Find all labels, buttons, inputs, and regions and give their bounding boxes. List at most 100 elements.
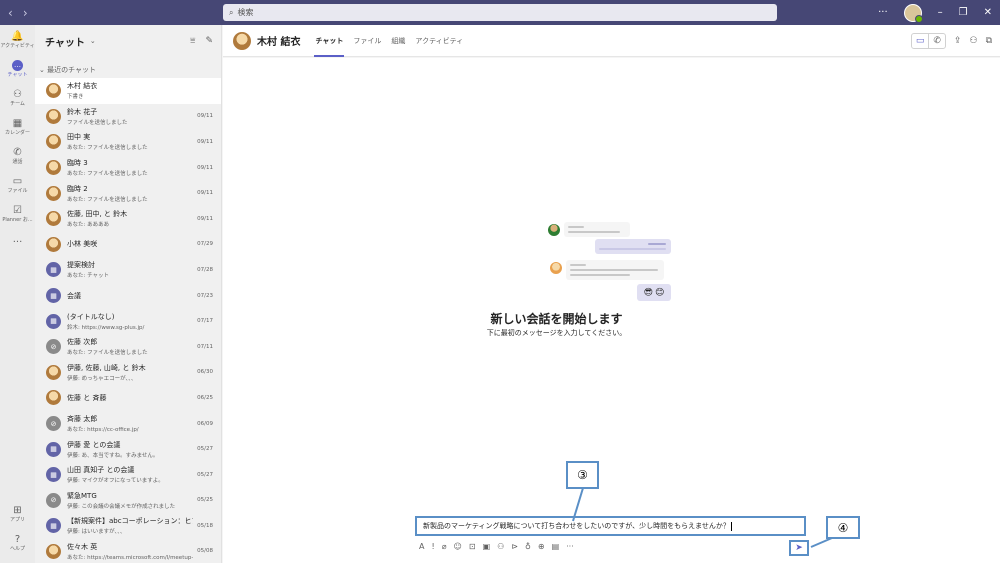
gif-icon[interactable]: ⊡	[469, 542, 476, 551]
illustration-line	[568, 226, 584, 228]
empty-state-subtitle: 下に最初のメッセージを入力してください。	[486, 329, 627, 337]
rail-bottom-item-0[interactable]: ⊞ アプリ	[0, 499, 35, 528]
tab-0[interactable]: チャット	[310, 25, 348, 57]
compose-message-input[interactable]: 新製品のマーケティング戦略について打ち合わせをしたいのですが、少し時間をもらえま…	[415, 516, 806, 536]
chat-list-item[interactable]: 伊藤, 佐藤, 山崎, と 鈴木 伊藤: めっちゃエコーが、、、 06/30	[35, 360, 221, 386]
filter-icon[interactable]: ⩸	[190, 36, 195, 46]
recent-chats-section[interactable]: ⌄ 最近のチャット	[35, 57, 221, 78]
rail-item-label: 通話	[12, 158, 23, 165]
add-people-icon[interactable]: ⚇	[969, 36, 977, 46]
audio-call-icon[interactable]: ✆	[929, 34, 945, 48]
chat-list-item[interactable]: 木村 結衣 下書き	[35, 78, 221, 104]
tab-3[interactable]: アクティビティ	[410, 25, 468, 57]
important-icon[interactable]: !	[431, 542, 434, 551]
rail-more-button[interactable]: ···	[0, 228, 35, 257]
smile-emoji-icon: 😊	[655, 287, 665, 298]
chat-date: 09/11	[197, 138, 213, 145]
sunglasses-emoji-icon: 😎	[643, 287, 653, 298]
chat-name: 【新規案件】abcコーポレーション：ヒアリン...	[67, 517, 193, 526]
rail-item-3[interactable]: ▦ カレンダー	[0, 112, 35, 141]
format-icon[interactable]: A	[419, 542, 424, 551]
contact-name: 木村 結衣	[257, 37, 301, 48]
tab-2[interactable]: 組織	[386, 25, 410, 57]
chat-text: 佐藤 次郎 あなた: ファイルを送信しました	[67, 337, 193, 356]
chat-list-item[interactable]: ⊘ 佐藤 次郎 あなた: ファイルを送信しました 07/11	[35, 334, 221, 360]
new-chat-icon[interactable]: ✎	[205, 36, 213, 46]
rail-item-5[interactable]: ▭ ファイル	[0, 170, 35, 199]
attach-icon[interactable]: ⌀	[442, 542, 447, 551]
bell-icon: 🔔	[11, 30, 24, 42]
emoji-icon[interactable]: ☺	[454, 542, 462, 551]
call-buttons: ▭ ✆	[910, 32, 946, 49]
meet-now-icon[interactable]: ⚇	[497, 542, 504, 551]
chat-name: 斉藤 太郎	[67, 415, 98, 424]
chat-list-title[interactable]: チャット	[45, 34, 85, 49]
chat-text: 佐藤 と 斉藤	[67, 393, 193, 403]
chat-list-item[interactable]: 臨時 3 あなた: ファイルを送信しました 09/11	[35, 155, 221, 181]
chat-list-item[interactable]: 鈴木 花子 ファイルを送信しました 09/11	[35, 104, 221, 130]
sticker-icon[interactable]: ▣	[483, 542, 491, 551]
chat-date: 05/18	[197, 522, 213, 529]
chat-name: 木村 結衣	[67, 82, 98, 91]
share-screen-icon[interactable]: ⇪	[954, 36, 962, 46]
chevron-down-icon: ⌄	[39, 66, 45, 74]
rail-item-2[interactable]: ⚇ チーム	[0, 83, 35, 112]
send-later-icon[interactable]: ⊳	[511, 542, 518, 551]
chat-text: 佐々木 英あなた: https://teams.microsoft.com/l/…	[67, 542, 193, 561]
chat-text: 臨時 3 あなた: ファイルを送信しました	[67, 158, 193, 177]
rail-bottom-item-1[interactable]: ? ヘルプ	[0, 528, 35, 557]
chat-list-item[interactable]: ▦ 提案検討 あなた: チャット 07/28	[35, 257, 221, 283]
chat-preview: 鈴木: https://www.sg-plus.jp/	[67, 324, 145, 331]
chat-preview: あなた: チャット	[67, 273, 110, 280]
praise-icon[interactable]: ⊕	[538, 542, 545, 551]
minimize-button[interactable]: –	[938, 7, 943, 18]
rail-item-1[interactable]: … チャット	[0, 54, 35, 83]
more-icon[interactable]: ···	[566, 542, 574, 551]
chat-text: 木村 結衣 下書き	[67, 81, 213, 100]
phone-icon: ✆	[13, 146, 22, 158]
forward-icon[interactable]: ›	[23, 6, 28, 20]
chat-list-item[interactable]: 佐藤 と 斉藤 06/25	[35, 385, 221, 411]
chat-list-item[interactable]: 小林 美咲 07/29	[35, 232, 221, 258]
rail-item-label: アクティビティ	[0, 42, 35, 49]
chat-list-item[interactable]: ▦ (タイトルなし) 鈴木: https://www.sg-plus.jp/07/1…	[35, 308, 221, 334]
chat-date: 05/25	[197, 497, 213, 504]
chat-list-item[interactable]: ▦ 山田 真知子 との会議 伊藤: マイクがオフになっていますよ。 05/27	[35, 462, 221, 488]
chat-list-item[interactable]: 田中 実あなた: ファイルを送信しました 09/11	[35, 129, 221, 155]
apps-icon[interactable]: ▤	[552, 542, 560, 551]
chat-list-item[interactable]: 佐々木 英あなた: https://teams.microsoft.com/l/…	[35, 539, 221, 563]
loop-icon[interactable]: ♁	[525, 542, 531, 551]
chat-text: 伊藤 愛 との会議 伊藤: あ、本当ですね。すみません。	[67, 440, 193, 459]
chat-text: 佐藤, 田中, と 鈴木 あなた: ああああ	[67, 209, 193, 228]
chat-list-item[interactable]: ▦ 【新規案件】abcコーポレーション：ヒアリン... 伊藤: はいいますが、、、 0…	[35, 513, 221, 539]
maximize-button[interactable]: ❐	[959, 7, 968, 18]
chat-list-item[interactable]: 臨時 2 あなた: ファイルを送信しました 09/11	[35, 180, 221, 206]
chat-name: 伊藤 愛 との会議	[67, 440, 121, 449]
rail-item-6[interactable]: ☑ Planner お...	[0, 199, 35, 228]
rail-item-4[interactable]: ✆ 通話	[0, 141, 35, 170]
tab-1[interactable]: ファイル	[348, 25, 386, 57]
more-options-icon[interactable]: ···	[878, 7, 888, 18]
chat-icon: …	[12, 59, 23, 71]
rail-item-0[interactable]: 🔔 アクティビティ	[0, 25, 35, 54]
popout-icon[interactable]: ⧉	[986, 36, 992, 46]
video-call-icon[interactable]: ▭	[912, 33, 930, 48]
back-icon[interactable]: ‹	[8, 6, 13, 20]
send-button[interactable]: ➤	[789, 540, 809, 556]
chat-list-item[interactable]: ▦ 会議 07/23	[35, 283, 221, 309]
chat-list-item[interactable]: ▦ 伊藤 愛 との会議 伊藤: あ、本当ですね。すみません。 05/27	[35, 436, 221, 462]
chevron-down-icon[interactable]: ⌄	[90, 37, 96, 45]
illustration-line	[570, 264, 586, 266]
chat-name: 佐々木 英	[67, 542, 98, 551]
chat-text: 小林 美咲	[67, 239, 193, 249]
chat-list-item[interactable]: 佐藤, 田中, と 鈴木 あなた: ああああ 09/11	[35, 206, 221, 232]
conversation-header: 木村 結衣 チャット ファイル 組織 アクティビティ ▭ ✆ ⇪ ⚇ ⧉	[223, 25, 1000, 57]
illustration-bubble-2	[595, 239, 671, 254]
chat-list-item[interactable]: ⊘ 斉藤 太郎 あなた: https://cc-office.jp/06/09	[35, 411, 221, 437]
profile-avatar[interactable]	[903, 3, 923, 23]
close-button[interactable]: ✕	[984, 7, 992, 18]
title-bar: ‹ › ⌕ 検索 ··· – ❐ ✕	[0, 0, 1000, 25]
chat-list-item[interactable]: ⊘ 緊急MTG 伊藤: この会議の会議メモが作成されました 05/25	[35, 488, 221, 514]
avatar: ⊘	[46, 339, 61, 355]
search-input[interactable]: ⌕ 検索	[223, 4, 777, 21]
